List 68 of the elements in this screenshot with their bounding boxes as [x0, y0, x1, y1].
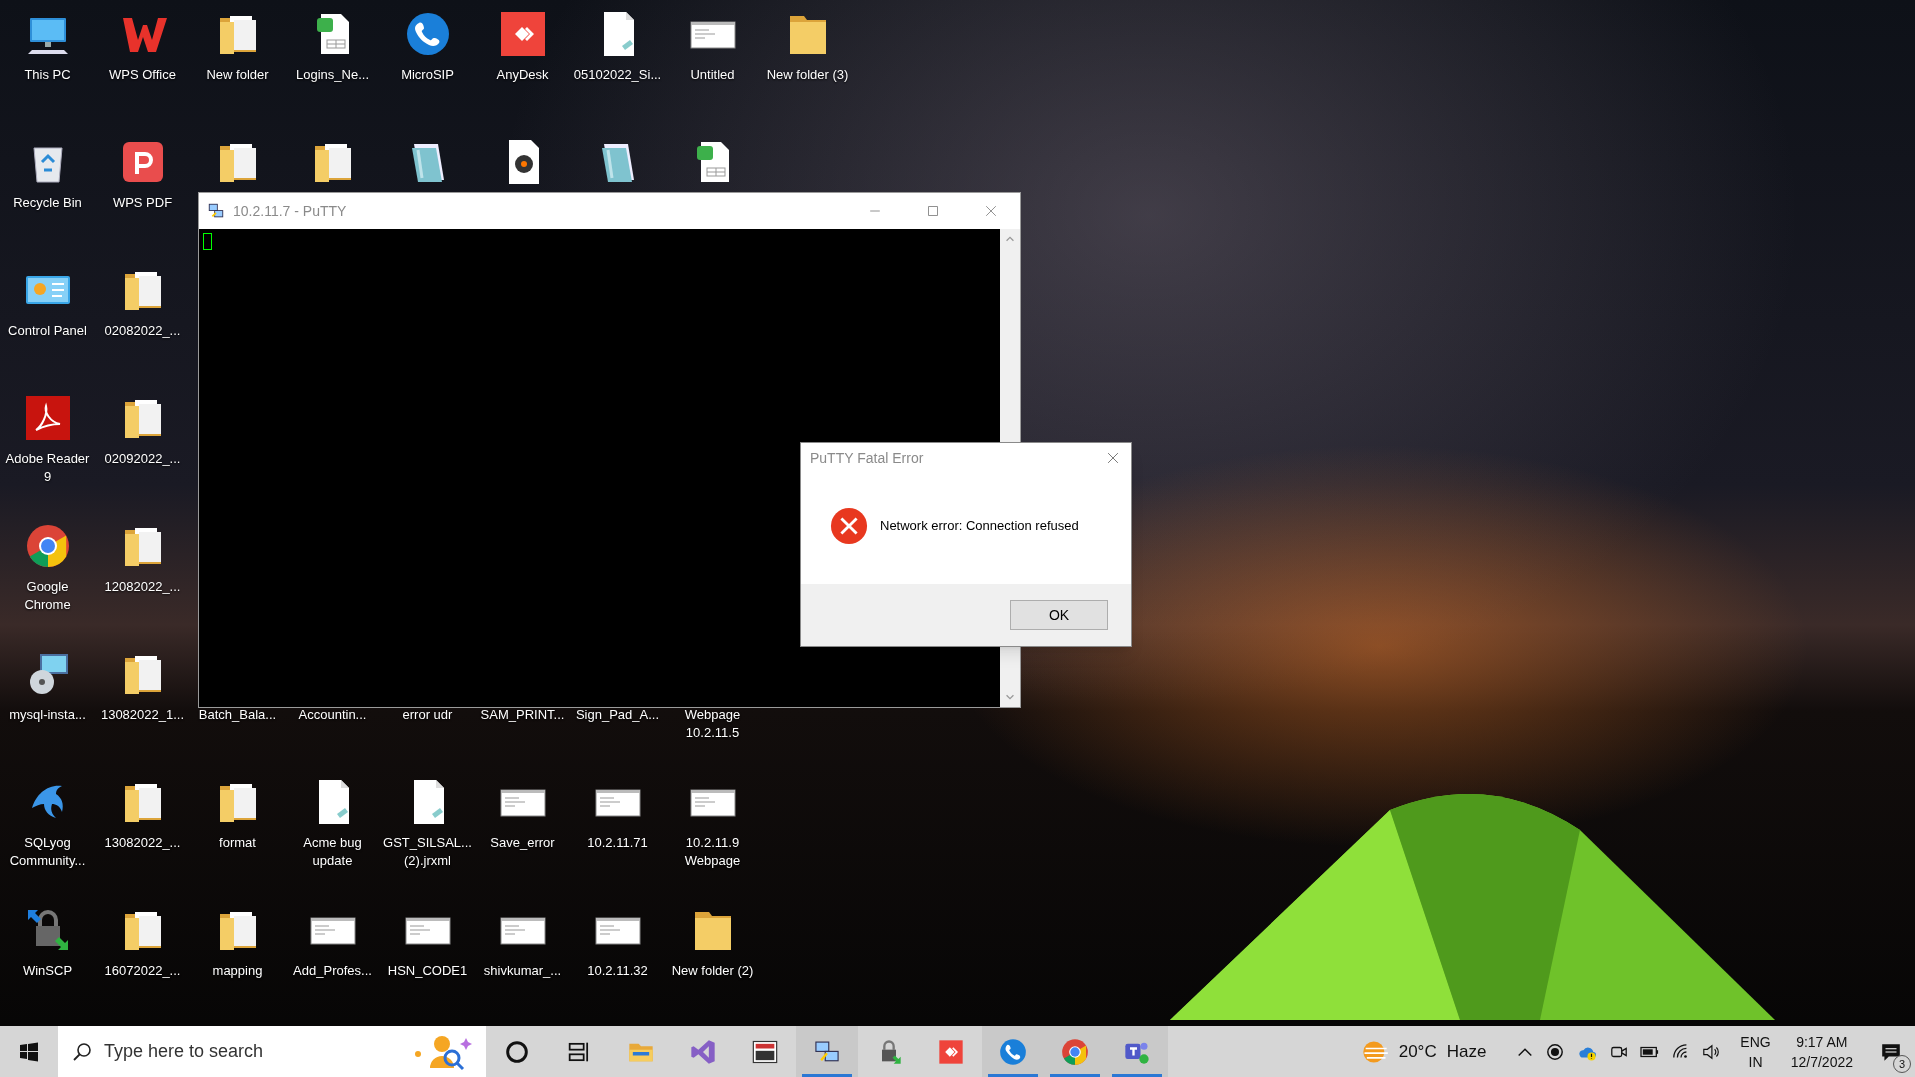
desktop-icon-label[interactable]: SAM_PRINT...: [477, 706, 568, 724]
windows-logo-icon[interactable]: [19, 1041, 39, 1062]
desktop-icon-label[interactable]: 12082022_...: [97, 578, 188, 596]
dialog-title: PuTTY Fatal Error: [810, 448, 924, 468]
desktop-icon-label[interactable]: Sign_Pad_A...: [572, 706, 663, 724]
search-icon: [72, 1041, 92, 1062]
diamond-arrows-icon[interactable]: [498, 10, 547, 58]
desktop-icon-label[interactable]: 16072022_...: [97, 962, 188, 980]
desktop-icon-label[interactable]: 13082022_1...: [97, 706, 188, 724]
error-icon: [830, 506, 868, 545]
desktop-icon-label[interactable]: 10.2.11.9 Webpage: [667, 834, 758, 870]
desktop-icon-label[interactable]: error udr: [382, 706, 473, 724]
window-title: 10.2.11.7 - PuTTY: [233, 201, 348, 221]
desktop-icon-label[interactable]: Adobe Reader 9: [2, 450, 93, 486]
desktop-icon-label[interactable]: WinSCP: [2, 962, 93, 980]
desktop-icon-label[interactable]: Google Chrome: [2, 578, 93, 614]
desktop-icon-label[interactable]: New folder (3): [762, 66, 853, 84]
desktop-icon-label[interactable]: GST_SILSAL... (2).jrxml: [382, 834, 473, 870]
volume-icon[interactable]: [1702, 1042, 1721, 1061]
record-icon[interactable]: [1546, 1042, 1565, 1061]
running-indicator: [802, 1074, 852, 1077]
desktop-icon-label[interactable]: shivkumar_...: [477, 962, 568, 980]
desktop-icon-label[interactable]: 13082022_...: [97, 834, 188, 852]
ok-button[interactable]: OK: [1010, 600, 1108, 630]
desktop-icon-label[interactable]: Logins_Ne...: [287, 66, 378, 84]
pdf-reader-icon[interactable]: [23, 394, 72, 442]
desktop-icon-label[interactable]: Acme bug update: [287, 834, 378, 870]
desktop-icon-label[interactable]: WPS Office: [97, 66, 188, 84]
close-icon[interactable]: [983, 203, 999, 219]
desktop-icon-label[interactable]: MicroSIP: [382, 66, 473, 84]
clock[interactable]: 9:17 AM 12/7/2022: [1776, 1031, 1867, 1072]
desktop-icon-label[interactable]: Add_Profes...: [287, 962, 378, 980]
running-indicator: [988, 1074, 1038, 1077]
desktop-icon-label[interactable]: Untitled: [667, 66, 758, 84]
notification-count: 3: [1893, 1055, 1911, 1073]
desktop-icon-label[interactable]: 05102022_Si...: [572, 66, 663, 84]
desktop-icon-label[interactable]: 02082022_...: [97, 322, 188, 340]
temperature-text[interactable]: 20°C: [1398, 1038, 1437, 1065]
terminal-computers-icon: [207, 202, 225, 220]
desktop-icon-label[interactable]: Control Panel: [2, 322, 93, 340]
desktop-icon-label[interactable]: This PC: [2, 66, 93, 84]
desktop-icon-label[interactable]: WPS PDF: [97, 194, 188, 212]
maximize-icon[interactable]: [925, 203, 941, 219]
search-bar[interactable]: Type here to search: [58, 1026, 486, 1077]
running-indicator: [1112, 1074, 1162, 1077]
error-message: Network error: Connection refused: [880, 516, 1079, 535]
desktop-icon-label[interactable]: SQLyog Community...: [2, 834, 93, 870]
desktop-icon-label[interactable]: New folder: [192, 66, 283, 84]
desktop-icon-label[interactable]: 10.2.11.32: [572, 962, 663, 980]
search-field[interactable]: Type here to search: [104, 1038, 400, 1065]
desktop-icon-label[interactable]: mapping: [192, 962, 283, 980]
desktop-icon-label[interactable]: HSN_CODE1: [382, 962, 473, 980]
desktop-icon-label[interactable]: Recycle Bin: [2, 194, 93, 212]
text-cursor: [203, 233, 212, 250]
desktop-icon-label[interactable]: Batch_Bala...: [192, 706, 283, 724]
desktop-icon-label[interactable]: 10.2.11.71: [572, 834, 663, 852]
desktop-icon-label[interactable]: AnyDesk: [477, 66, 568, 84]
desktop-icon-label[interactable]: format: [192, 834, 283, 852]
desktop-icon-label[interactable]: Webpage 10.2.11.5: [667, 706, 758, 742]
desktop-icon-label[interactable]: 02092022_...: [97, 450, 188, 468]
weather-condition-text[interactable]: Haze: [1446, 1038, 1487, 1065]
desktop-icon-label[interactable]: mysql-insta...: [2, 706, 93, 724]
running-indicator: [1050, 1074, 1100, 1077]
language-indicator[interactable]: ENG IN: [1734, 1031, 1777, 1072]
desktop-icon-label[interactable]: Accountin...: [287, 706, 378, 724]
desktop-icon-label[interactable]: Save_error: [477, 834, 568, 852]
desktop-icon-label[interactable]: New folder (2): [667, 962, 758, 980]
notifications-button[interactable]: 3: [1867, 1026, 1915, 1077]
